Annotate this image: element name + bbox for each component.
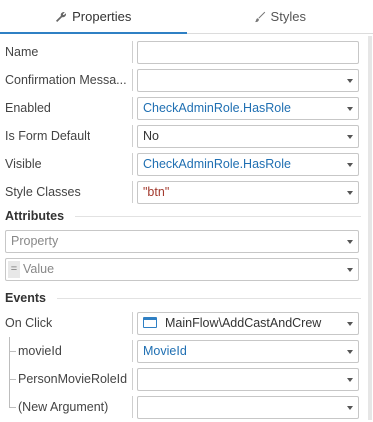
property-label: Style Classes xyxy=(5,185,81,199)
property-row-on-click: On Click MainFlow\AddCastAndCrew xyxy=(0,309,366,337)
column-divider[interactable] xyxy=(132,312,136,334)
brush-icon xyxy=(254,11,265,22)
attribute-property-row: Property xyxy=(0,227,366,255)
section-divider xyxy=(57,298,361,299)
column-divider[interactable] xyxy=(132,153,136,175)
chevron-down-icon[interactable] xyxy=(347,79,353,83)
chevron-down-icon[interactable] xyxy=(347,191,353,195)
column-divider[interactable] xyxy=(132,340,136,362)
property-label: On Click xyxy=(5,316,53,330)
screen-icon xyxy=(143,317,157,329)
visible-dropdown[interactable]: CheckAdminRole.HasRole xyxy=(137,153,359,176)
chevron-down-icon[interactable] xyxy=(347,107,353,111)
section-title: Events xyxy=(5,291,46,305)
column-divider[interactable] xyxy=(132,97,136,119)
tab-styles-label: Styles xyxy=(270,9,306,24)
property-label: Confirmation Messa... xyxy=(5,73,127,87)
column-divider[interactable] xyxy=(132,181,136,203)
events-section-header: Events xyxy=(5,289,361,307)
property-label: Is Form Default xyxy=(5,129,91,143)
style-classes-dropdown[interactable]: "btn" xyxy=(137,181,359,204)
tab-properties-label: Properties xyxy=(72,9,132,24)
field-value: "btn" xyxy=(143,185,170,199)
field-value: No xyxy=(143,129,159,143)
column-divider[interactable] xyxy=(132,368,136,390)
section-divider xyxy=(75,216,361,217)
column-divider[interactable] xyxy=(132,396,136,418)
new-argument-dropdown[interactable] xyxy=(137,396,359,419)
property-row-confirmation-message: Confirmation Messa... xyxy=(0,66,366,94)
argument-row-movieid: movieId MovieId xyxy=(0,337,366,365)
attributes-section-header: Attributes xyxy=(5,207,361,225)
chevron-down-icon[interactable] xyxy=(347,240,353,244)
name-input[interactable] xyxy=(137,41,359,64)
tab-styles[interactable]: Styles xyxy=(187,0,373,33)
field-placeholder: Value xyxy=(23,262,55,276)
field-value: MainFlow\AddCastAndCrew xyxy=(165,316,322,330)
field-placeholder: Property xyxy=(11,234,59,248)
section-title: Attributes xyxy=(5,209,65,223)
chevron-down-icon[interactable] xyxy=(347,163,353,167)
chevron-down-icon[interactable] xyxy=(347,406,353,410)
property-label: Enabled xyxy=(5,101,51,115)
column-divider[interactable] xyxy=(132,41,136,63)
is-form-default-dropdown[interactable]: No xyxy=(137,125,359,148)
field-value: CheckAdminRole.HasRole xyxy=(143,101,291,115)
movieid-argument-dropdown[interactable]: MovieId xyxy=(137,340,359,363)
field-value: CheckAdminRole.HasRole xyxy=(143,157,291,171)
property-label: Name xyxy=(5,45,39,59)
argument-label: (New Argument) xyxy=(18,400,109,414)
tab-bar: Properties Styles xyxy=(0,0,373,34)
property-row-name: Name xyxy=(0,38,366,66)
field-value: MovieId xyxy=(143,344,187,358)
enabled-dropdown[interactable]: CheckAdminRole.HasRole xyxy=(137,97,359,120)
attribute-value-row: = Value xyxy=(0,255,366,283)
vertical-scrollbar[interactable] xyxy=(368,36,372,420)
attribute-property-dropdown[interactable]: Property xyxy=(5,230,359,253)
attribute-value-dropdown[interactable]: = Value xyxy=(5,258,359,281)
chevron-down-icon[interactable] xyxy=(347,322,353,326)
chevron-down-icon[interactable] xyxy=(347,135,353,139)
chevron-down-icon[interactable] xyxy=(347,268,353,272)
argument-label: PersonMovieRoleId xyxy=(18,372,128,386)
property-row-is-form-default: Is Form Default No xyxy=(0,122,366,150)
property-label: Visible xyxy=(5,157,42,171)
equals-icon: = xyxy=(8,261,20,278)
confirmation-message-dropdown[interactable] xyxy=(137,69,359,92)
property-row-style-classes: Style Classes "btn" xyxy=(0,178,366,206)
wrench-icon xyxy=(56,11,67,22)
argument-label: movieId xyxy=(18,344,62,358)
scrollbar-thumb[interactable] xyxy=(368,36,372,420)
column-divider[interactable] xyxy=(132,69,136,91)
argument-row-new-argument: (New Argument) xyxy=(0,393,366,421)
column-divider[interactable] xyxy=(132,125,136,147)
chevron-down-icon[interactable] xyxy=(347,378,353,382)
personmovieroleid-argument-dropdown[interactable] xyxy=(137,368,359,391)
chevron-down-icon[interactable] xyxy=(347,350,353,354)
property-row-enabled: Enabled CheckAdminRole.HasRole xyxy=(0,94,366,122)
on-click-dropdown[interactable]: MainFlow\AddCastAndCrew xyxy=(137,312,359,335)
tab-properties[interactable]: Properties xyxy=(0,0,187,34)
property-row-visible: Visible CheckAdminRole.HasRole xyxy=(0,150,366,178)
argument-row-personmovieroleid: PersonMovieRoleId xyxy=(0,365,366,393)
